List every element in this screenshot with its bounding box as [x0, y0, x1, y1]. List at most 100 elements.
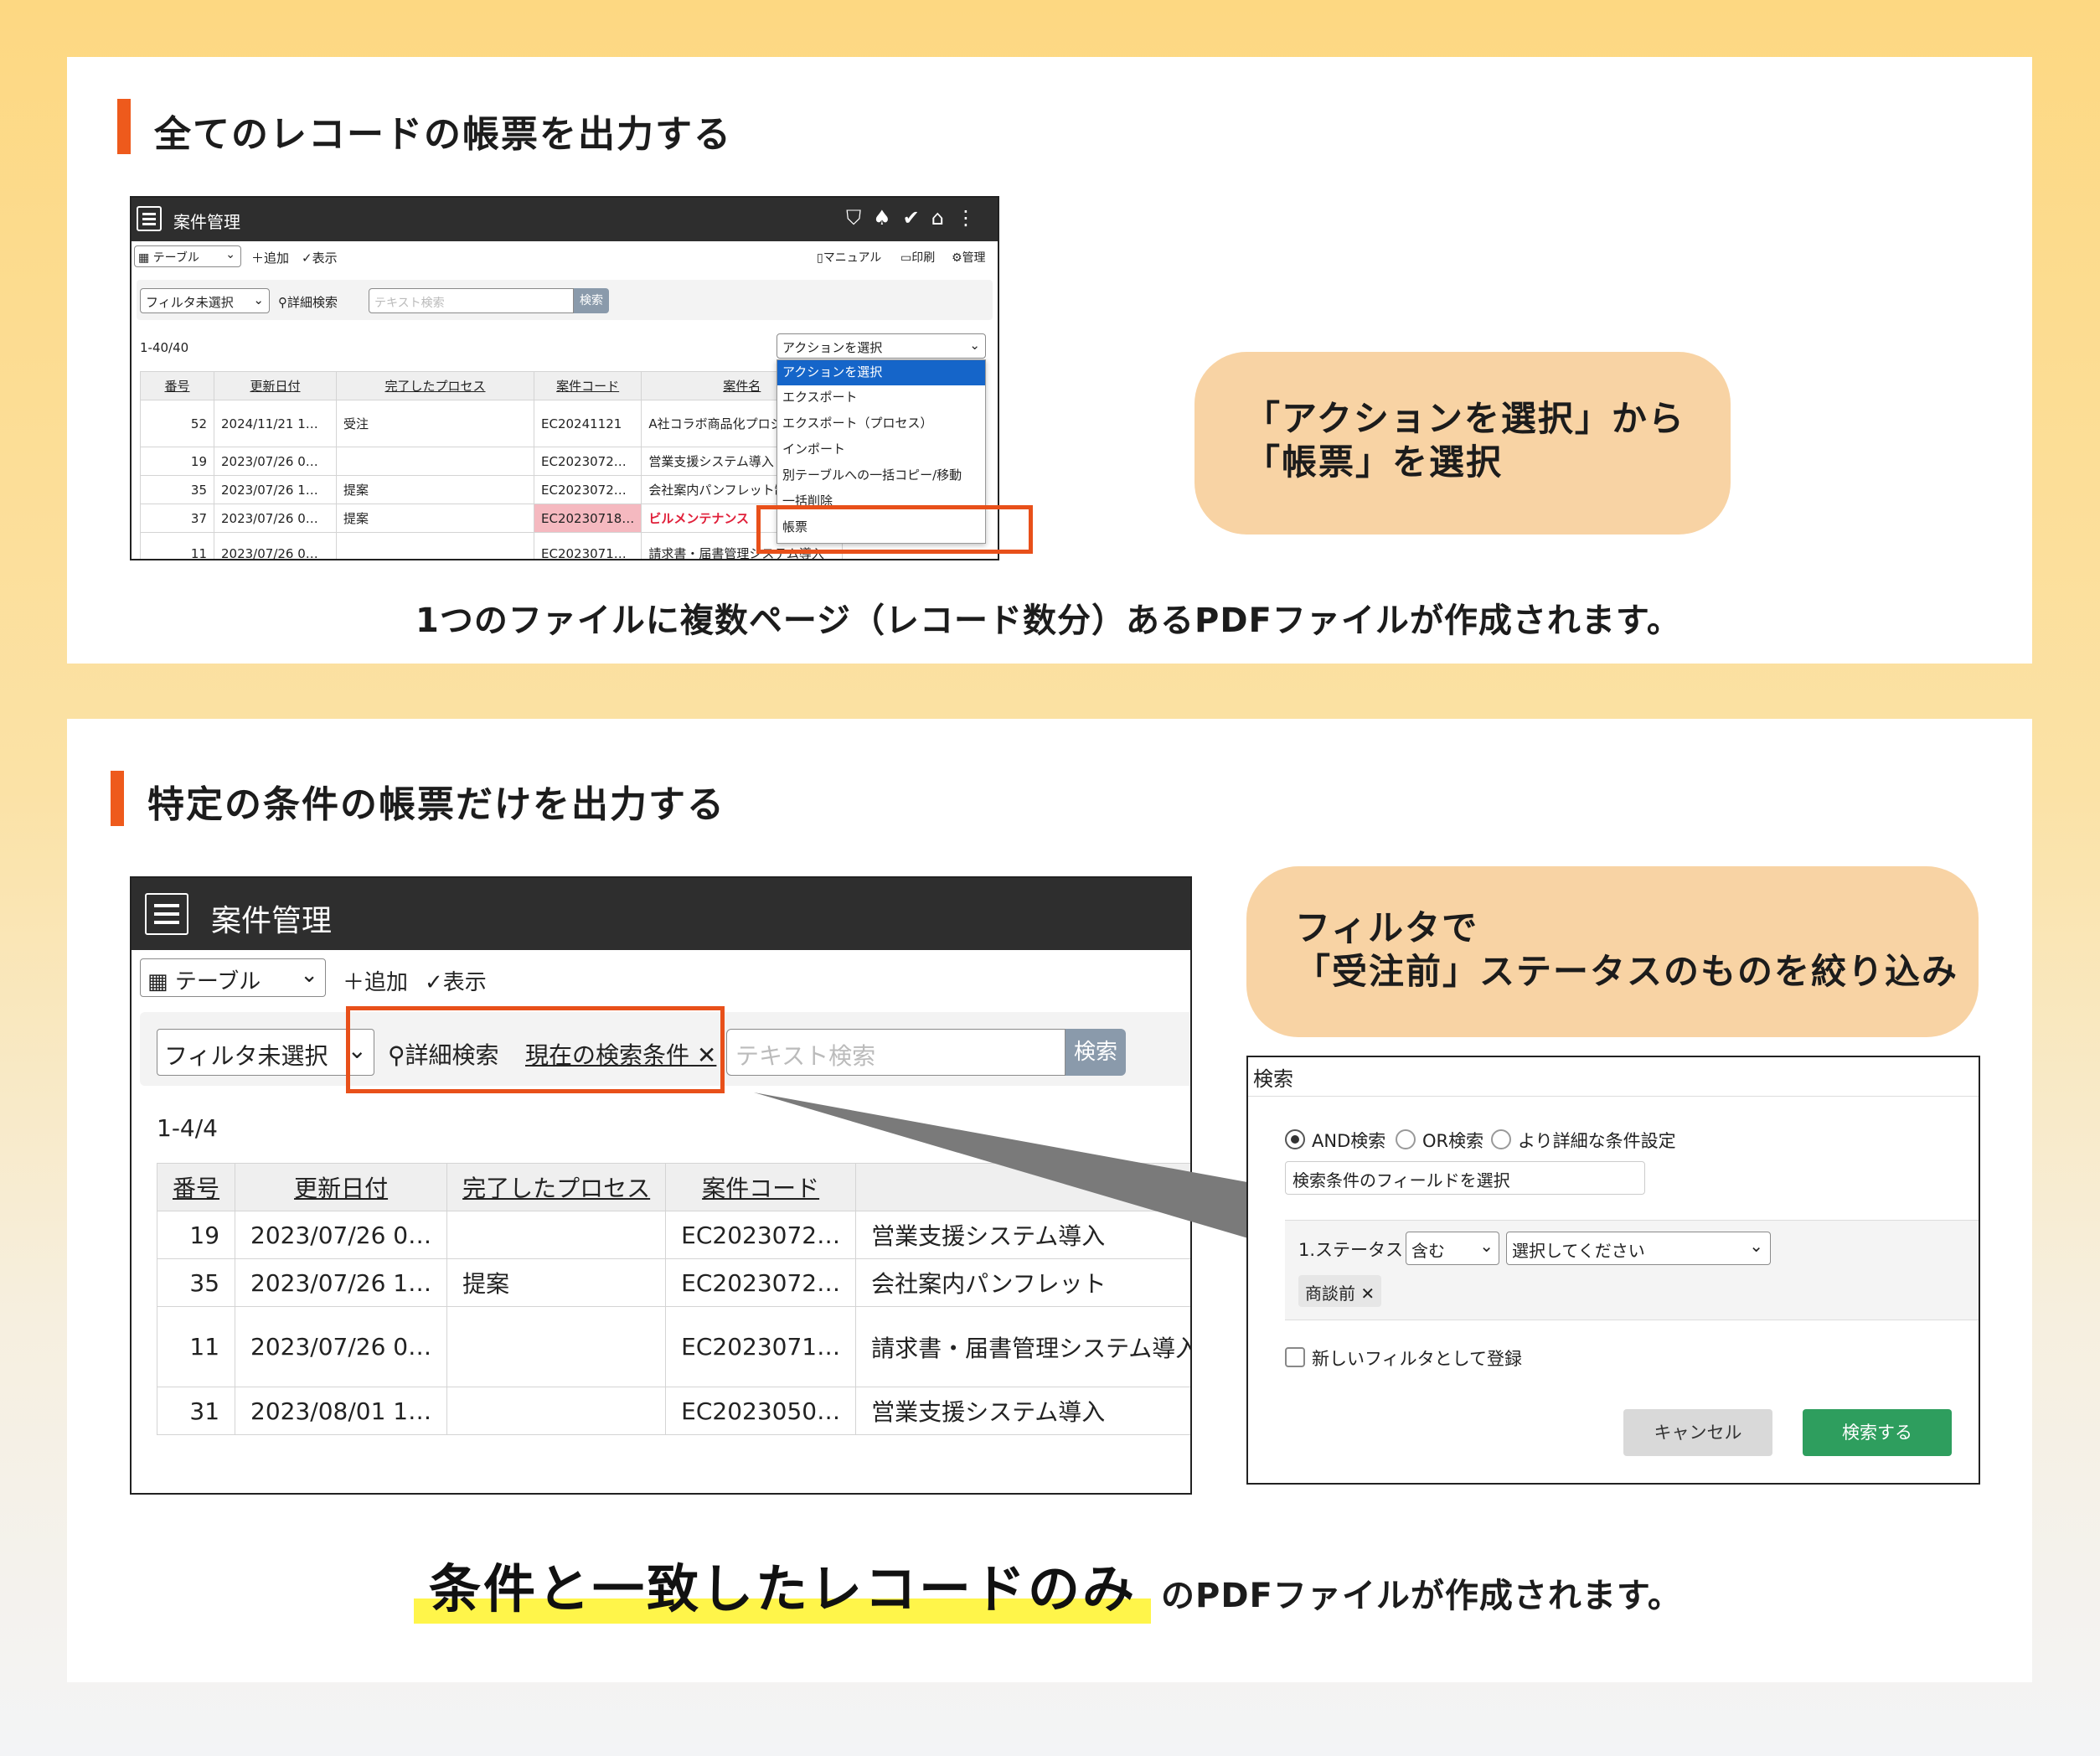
- checkbox-icon: [1285, 1347, 1305, 1367]
- save-filter-checkbox[interactable]: 新しいフィルタとして登録: [1285, 1345, 1522, 1371]
- section-title: 特定の条件の帳票だけを出力する: [147, 783, 725, 826]
- app-title: 案件管理: [211, 904, 333, 938]
- search-button[interactable]: 検索: [1065, 1029, 1126, 1076]
- dialog-title: 検索: [1253, 1067, 1293, 1091]
- col-header[interactable]: 番号: [156, 1163, 236, 1211]
- record-count: 1-4/4: [157, 1114, 218, 1142]
- menu-item[interactable]: エクスポート（プロセス）: [777, 411, 985, 437]
- bell-icon[interactable]: ♠: [873, 206, 903, 230]
- app-screenshot-large: 案件管理 ▦ テーブル ⌄ ＋追加 ✓表示 フィルタ未選択 ⌄ ⚲詳細検索 現在の検…: [130, 876, 1192, 1495]
- submit-search-button[interactable]: 検索する: [1803, 1409, 1952, 1456]
- records-table: 番号 更新日付 完了したプロセス 案件コード 19 2023/07/26 0… …: [156, 1163, 1190, 1435]
- radio-checked-icon: [1285, 1129, 1305, 1149]
- printer-icon: ▭: [900, 251, 912, 265]
- detail-search-link[interactable]: ⚲詳細検索: [278, 293, 338, 311]
- col-header[interactable]: 番号: [140, 371, 214, 400]
- action-select[interactable]: アクションを選択 ⌄: [777, 333, 986, 359]
- radio-detail-condition[interactable]: より詳細な条件設定: [1491, 1128, 1676, 1153]
- display-button[interactable]: ✓表示: [302, 249, 338, 266]
- col-header[interactable]: 更新日付: [214, 371, 337, 400]
- table-row[interactable]: 19 2023/07/26 0… EC2023072… 営業支援システム導入: [156, 1211, 1190, 1259]
- col-header[interactable]: [855, 1163, 1190, 1211]
- search-button[interactable]: 検索: [574, 288, 609, 313]
- chevron-down-icon: ⌄: [225, 248, 235, 261]
- title-accent-bar: [111, 771, 124, 826]
- admin-link[interactable]: ⚙管理: [952, 249, 986, 266]
- table-row[interactable]: 19 2023/07/26 0… EC2023072… 営業支援システム導入: [140, 447, 844, 476]
- table-row[interactable]: 37 2023/07/26 0… 提案 EC20230718… ビルメンテナンス: [140, 504, 844, 533]
- section-filtered-records: 特定の条件の帳票だけを出力する 案件管理 ▦ テーブル ⌄ ＋追加 ✓表示 フィル…: [67, 719, 2032, 1682]
- more-icon[interactable]: ⋮: [956, 206, 988, 230]
- chevron-down-icon: ⌄: [969, 338, 980, 353]
- cancel-button[interactable]: キャンセル: [1623, 1409, 1772, 1456]
- instruction-bubble: 「アクションを選択」から 「帳票」を選択: [1194, 352, 1731, 535]
- caption-rest: のPDFファイルが作成されます。: [1161, 1577, 1682, 1615]
- highlight-cell: EC20230718…: [533, 504, 642, 533]
- display-button[interactable]: ✓表示: [425, 965, 487, 996]
- status-tag[interactable]: 商談前 ✕: [1298, 1275, 1382, 1307]
- add-button[interactable]: ＋追加: [343, 965, 408, 996]
- report-highlight-box: [756, 505, 1033, 554]
- menu-item[interactable]: エクスポート: [777, 385, 985, 411]
- table-row[interactable]: 31 2023/08/01 1… EC2023050… 営業支援システム導入: [156, 1387, 1190, 1435]
- radio-icon: [1396, 1129, 1416, 1149]
- col-header[interactable]: 完了したプロセス: [336, 371, 534, 400]
- record-count: 1-40/40: [140, 340, 189, 355]
- condition-operator-select[interactable]: 含む ⌄: [1406, 1232, 1499, 1265]
- radio-or-search[interactable]: OR検索: [1396, 1128, 1483, 1153]
- col-header[interactable]: 案件コード: [533, 371, 642, 400]
- table-row[interactable]: 35 2023/07/26 1… 提案 EC2023072… 会社案内パンフレッ…: [156, 1258, 1190, 1307]
- filter-select[interactable]: フィルタ未選択 ⌄: [140, 288, 270, 313]
- check-icon[interactable]: ✔: [903, 206, 931, 230]
- records-table: 番号 更新日付 完了したプロセス 案件コード 案件名 52 2024/11/21…: [140, 371, 844, 559]
- table-header-row: 番号 更新日付 完了したプロセス 案件コード 案件名: [140, 371, 844, 400]
- menu-item[interactable]: 別テーブルへの一括コピー/移動: [777, 463, 985, 489]
- view-select[interactable]: ▦ テーブル ⌄: [134, 245, 241, 267]
- col-header[interactable]: 更新日付: [235, 1163, 448, 1211]
- app-header: 案件管理 ⛉♠✔⌂⋮: [132, 198, 998, 241]
- table-row[interactable]: 35 2023/07/26 1… 提案 EC2023072… 会社案内パンフレッ…: [140, 475, 844, 504]
- field-select[interactable]: 検索条件のフィールドを選択: [1285, 1161, 1645, 1195]
- search-icon: ⚲: [278, 295, 287, 310]
- shield-icon[interactable]: ⛉: [846, 206, 873, 230]
- instruction-bubble: フィルタで 「受注前」ステータスのものを絞り込み: [1246, 866, 1979, 1037]
- gear-icon: ⚙: [952, 251, 962, 265]
- text-search-input[interactable]: テキスト検索: [369, 288, 574, 313]
- section-caption: 1つのファイルに複数ページ（レコード数分）あるPDFファイルが作成されます。: [415, 602, 1681, 640]
- search-dialog: 検索 AND検索 OR検索 より詳細な条件設定 検索条件のフィールドを選択 1.…: [1246, 1056, 1980, 1485]
- print-link[interactable]: ▭印刷: [900, 249, 935, 266]
- chevron-down-icon: ⌄: [1749, 1236, 1763, 1256]
- section-title: 全てのレコードの帳票を出力する: [154, 113, 732, 156]
- menu-icon[interactable]: [145, 893, 188, 935]
- filter-select[interactable]: フィルタ未選択 ⌄: [157, 1029, 374, 1076]
- add-button[interactable]: ＋追加: [251, 249, 289, 266]
- table-header-row: 番号 更新日付 完了したプロセス 案件コード: [156, 1163, 1190, 1211]
- dialog-divider: [1248, 1096, 1979, 1097]
- radio-icon: [1491, 1129, 1511, 1149]
- close-icon[interactable]: ✕: [1355, 1283, 1375, 1304]
- home-icon[interactable]: ⌂: [931, 206, 956, 230]
- title-accent-bar: [117, 99, 131, 154]
- chevron-down-icon: ⌄: [1479, 1236, 1494, 1256]
- view-select[interactable]: ▦ テーブル ⌄: [140, 958, 326, 997]
- menu-icon[interactable]: [137, 206, 162, 231]
- text-search-input[interactable]: テキスト検索: [726, 1029, 1065, 1076]
- menu-item[interactable]: アクションを選択: [777, 360, 985, 385]
- section-all-records: 全てのレコードの帳票を出力する 案件管理 ⛉♠✔⌂⋮ ▦ テーブル ⌄ ＋追加 ✓…: [67, 57, 2032, 664]
- condition-highlight-box: [346, 1006, 725, 1093]
- header-icons[interactable]: ⛉♠✔⌂⋮: [846, 206, 988, 230]
- chevron-down-icon: ⌄: [300, 963, 318, 988]
- radio-and-search[interactable]: AND検索: [1285, 1128, 1385, 1153]
- col-header[interactable]: 案件コード: [665, 1163, 857, 1211]
- table-row[interactable]: 52 2024/11/21 1… 受注 EC20241121 A社コラボ商品化プ…: [140, 400, 844, 447]
- condition-value-select[interactable]: 選択してください ⌄: [1506, 1232, 1771, 1265]
- menu-item[interactable]: インポート: [777, 437, 985, 463]
- condition-label: 1.ステータス: [1298, 1240, 1404, 1260]
- table-row[interactable]: 11 2023/07/26 0… EC2023071… 請求書・届書管理システム…: [140, 532, 844, 559]
- table-row[interactable]: 11 2023/07/26 0… EC2023071… 請求書・届書管理システム…: [156, 1306, 1190, 1387]
- col-header[interactable]: 完了したプロセス: [446, 1163, 667, 1211]
- caption-highlight: 条件と一致したレコードのみ: [429, 1558, 1138, 1619]
- app-header: 案件管理: [132, 878, 1190, 950]
- book-icon: ▯: [817, 251, 823, 265]
- manual-link[interactable]: ▯マニュアル: [817, 249, 881, 266]
